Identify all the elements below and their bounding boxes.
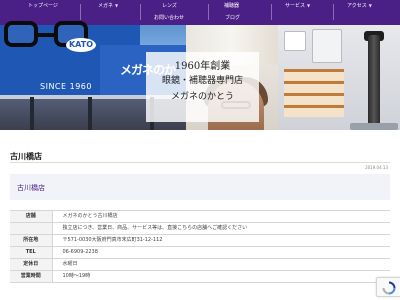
display-shelves	[284, 69, 344, 117]
row-label: 定休日	[10, 258, 53, 271]
storefront-pillar	[88, 97, 92, 130]
row-label: 営業時間	[10, 270, 53, 283]
row-label: 所在地	[10, 234, 53, 247]
recaptcha-badge[interactable]	[376, 277, 400, 297]
nav-divider	[333, 4, 334, 20]
divider	[10, 162, 390, 163]
table-row: TEL 06-6909-2238	[10, 246, 390, 259]
table-row: 独立店につき、営業日、商品、サービス等は、直接こちらの店舗へご確認ください	[10, 222, 390, 235]
store-info-table: 店舗 メガネのかとう古川橋店 独立店につき、営業日、商品、サービス等は、直接こち…	[10, 210, 390, 283]
recaptcha-icon	[382, 281, 396, 295]
hero-shop-name: メガネのかとう	[170, 92, 234, 102]
nav-item-label: レンズ	[162, 3, 177, 9]
row-value: メガネのかとう古川橋店	[52, 210, 390, 223]
glasses-logo-icon	[4, 21, 38, 47]
brand-logo: KATO	[66, 38, 96, 52]
row-value: 水曜日	[52, 258, 390, 271]
equipment-stand	[368, 35, 380, 130]
chevron-down-icon: ▼	[307, 3, 311, 8]
row-label: 店舗	[10, 210, 53, 223]
nav-divider	[271, 4, 272, 20]
nav-item-label: 補聴器	[224, 3, 240, 9]
row-value: 10時～19時	[52, 270, 390, 283]
nav-item-lens[interactable]: レンズ	[162, 3, 177, 9]
row-label: TEL	[10, 246, 53, 259]
nav-item-hearing-aid[interactable]: 補聴器	[224, 3, 239, 9]
nav-divider	[80, 4, 81, 20]
table-row: 営業時間 10時～19時	[10, 270, 390, 283]
hero-tagline: 眼鏡・補聴器専門店	[161, 76, 243, 86]
post-date: 2019.04.13	[365, 165, 388, 170]
row-label	[10, 222, 53, 235]
table-row: 所在地 〒571-0030大阪府門真市末広町31-12-112	[10, 234, 390, 247]
row-value: 〒571-0030大阪府門真市末広町31-12-112	[52, 234, 390, 247]
page-title: 古川橋店	[10, 152, 42, 161]
chevron-down-icon: ▼	[368, 3, 372, 8]
nav-divider	[140, 4, 141, 20]
nav-item-label: サービス	[285, 3, 306, 9]
eye-test-machine	[312, 29, 342, 63]
nav-item-megane[interactable]: メガネ ▼	[98, 3, 118, 9]
table-row: 定休日 水曜日	[10, 258, 390, 271]
nav-item-label: トップページ	[28, 3, 58, 9]
row-value: 独立店につき、営業日、商品、サービス等は、直接こちらの店舗へご確認ください	[52, 222, 390, 235]
store-card-header	[10, 174, 390, 200]
eye-test-machine	[284, 31, 306, 51]
store-card-title: 古川橋店	[17, 184, 45, 192]
nav-item-label: お問い合わせ	[154, 15, 185, 21]
storefront-pillar	[30, 97, 34, 130]
table-row: 店舗 メガネのかとう古川橋店	[10, 210, 390, 223]
nav-item-blog[interactable]: ブログ	[225, 15, 240, 21]
nav-item-contact[interactable]: お問い合わせ	[154, 15, 184, 21]
nav-divider	[208, 4, 209, 20]
nav-item-top[interactable]: トップページ	[28, 3, 58, 9]
nav-item-label: メガネ	[98, 3, 114, 9]
nav-item-access[interactable]: アクセス ▼	[347, 3, 372, 9]
nav-item-service[interactable]: サービス ▼	[285, 3, 310, 9]
row-value: 06-6909-2238	[52, 246, 390, 259]
glasses-bridge	[38, 33, 54, 37]
nav-item-label: ブログ	[225, 15, 241, 21]
nav-item-label: アクセス	[347, 3, 367, 9]
hero-founded: 1960年創業	[174, 61, 231, 72]
sign-since: SINCE 1960	[40, 82, 92, 91]
chevron-down-icon: ▼	[115, 3, 119, 8]
equipment-stand-base	[350, 123, 398, 130]
